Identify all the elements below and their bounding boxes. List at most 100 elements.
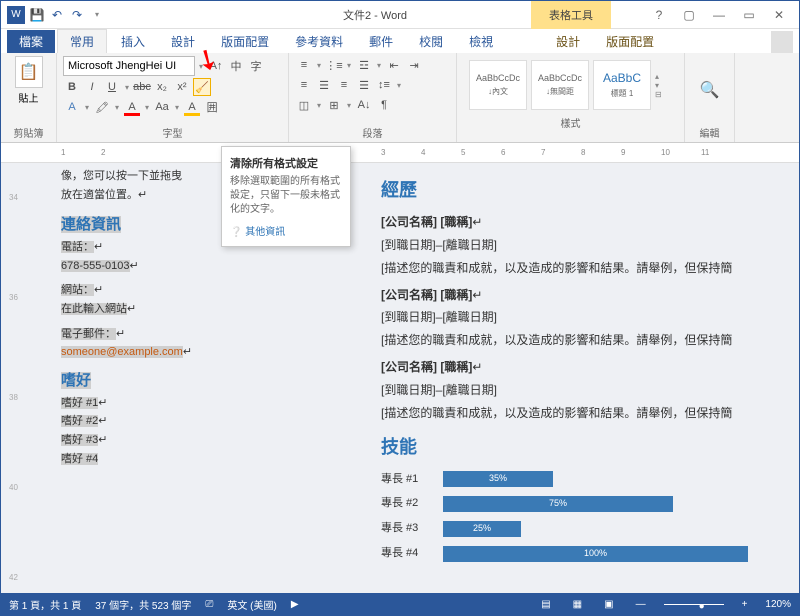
view-web-icon[interactable]: ▣ — [600, 599, 617, 610]
font-name-box[interactable]: Microsoft JhengHei UI — [63, 56, 195, 76]
tooltip-body: 移除選取範圍的所有格式設定，只留下一般未格式化的文字。 — [230, 175, 342, 217]
document-area[interactable]: 34 36 38 40 42 像，您可以按一下並拖曳 放在適當位置。↵ 連絡資訊… — [1, 163, 799, 593]
tab-table-layout[interactable]: 版面配置 — [594, 30, 666, 53]
company-line: [公司名稱] [職稱]↵ — [381, 211, 791, 234]
status-language[interactable]: 英文 (美國) — [227, 597, 276, 612]
align-center-icon[interactable]: ☰ — [315, 76, 333, 94]
skill-row-2: 專長 #275% — [381, 493, 791, 514]
align-left-icon[interactable]: ≡ — [295, 76, 313, 94]
save-icon[interactable]: 💾 — [29, 7, 45, 23]
ribbon-collapse-icon[interactable]: ▢ — [675, 5, 703, 25]
website-label: 網站： — [61, 284, 94, 296]
italic-button[interactable]: I — [83, 78, 101, 96]
resume-left-column: 像，您可以按一下並拖曳 放在適當位置。↵ 連絡資訊 電話：↵ 678-555-0… — [61, 167, 236, 468]
dates-line: [到職日期]–[離職日期] — [381, 234, 791, 257]
quick-access-toolbar: W 💾 ↶ ↷ ▾ — [1, 6, 105, 24]
skill-row-3: 專長 #325% — [381, 518, 791, 539]
context-tab-label: 表格工具 — [531, 1, 611, 29]
sort-icon[interactable]: A↓ — [355, 96, 373, 114]
hobby-2: 嗜好 #2 — [61, 415, 98, 427]
hobby-3: 嗜好 #3 — [61, 434, 98, 446]
group-paragraph: 段落 — [295, 124, 450, 140]
paste-icon[interactable]: 📋 — [15, 56, 43, 88]
qat-dropdown-icon[interactable]: ▾ — [89, 7, 105, 23]
change-case-icon[interactable]: Aa — [153, 98, 171, 116]
zoom-level[interactable]: 120% — [765, 599, 791, 610]
strike-button[interactable]: abc — [133, 78, 151, 96]
tab-references[interactable]: 參考資料 — [283, 30, 355, 53]
bullets-icon[interactable]: ≡ — [295, 56, 313, 74]
decrease-indent-icon[interactable]: ⇤ — [385, 56, 403, 74]
ribbon: 📋 貼上 剪貼簿 Microsoft JhengHei UI ▾ A↑ 中 字 … — [1, 53, 799, 143]
show-marks-icon[interactable]: ¶ — [375, 96, 393, 114]
status-bar: 第 1 頁，共 1 頁 37 個字，共 523 個字 ⎚ 英文 (美國) ▶ ▤… — [1, 593, 799, 615]
hobby-1: 嗜好 #1 — [61, 397, 98, 409]
phonetic-icon[interactable]: 中 — [227, 57, 245, 75]
tab-review[interactable]: 校閱 — [407, 30, 455, 53]
phone-label: 電話： — [61, 241, 94, 253]
view-print-icon[interactable]: ▦ — [569, 599, 586, 610]
style-heading1[interactable]: AaBbC標題 1 — [593, 60, 651, 110]
char-shading-icon[interactable]: A — [183, 98, 201, 116]
text-effects-icon[interactable]: A — [63, 98, 81, 116]
group-styles: 樣式 — [463, 114, 678, 130]
clear-format-button[interactable]: 🧹 — [193, 78, 211, 96]
maximize-icon[interactable]: ▭ — [735, 5, 763, 25]
redo-icon[interactable]: ↷ — [69, 7, 85, 23]
style-nospace[interactable]: AaBbCcDc↓無間距 — [531, 60, 589, 110]
tab-home[interactable]: 常用 — [57, 29, 107, 53]
font-color-icon[interactable]: A — [123, 98, 141, 116]
resume-right-column: 經歷 [公司名稱] [職稱]↵ [到職日期]–[離職日期] [描述您的職責和成就… — [381, 167, 791, 568]
title-bar: W 💾 ↶ ↷ ▾ 文件2 - Word ? ▢ — ▭ ✕ 表格工具 — [1, 1, 799, 29]
tab-insert[interactable]: 插入 — [109, 30, 157, 53]
ruler[interactable]: 1234567891011 — [1, 143, 799, 163]
justify-icon[interactable]: ☰ — [355, 76, 373, 94]
styles-gallery[interactable]: AaBbCcDc↓內文 AaBbCcDc↓無間距 AaBbC標題 1 ▴▾⊟ — [463, 56, 678, 114]
tooltip-more-link[interactable]: ❔ 其他資訊 — [230, 223, 342, 238]
word-icon: W — [7, 6, 25, 24]
style-normal[interactable]: AaBbCcDc↓內文 — [469, 60, 527, 110]
find-icon[interactable]: 🔍 — [700, 81, 720, 99]
hobby-4: 嗜好 #4 — [61, 453, 98, 465]
status-proofing-icon[interactable]: ⎚ — [205, 599, 213, 610]
tab-view[interactable]: 檢視 — [457, 30, 505, 53]
numbering-icon[interactable]: ⋮≡ — [325, 56, 343, 74]
skill-row-1: 專長 #135% — [381, 469, 791, 490]
superscript-button[interactable]: x² — [173, 78, 191, 96]
align-right-icon[interactable]: ≡ — [335, 76, 353, 94]
enclose-icon[interactable]: 字 — [247, 57, 265, 75]
highlight-icon[interactable]: 🖍 — [93, 98, 111, 116]
help-icon[interactable]: ? — [645, 5, 673, 25]
close-icon[interactable]: ✕ — [765, 5, 793, 25]
underline-button[interactable]: U — [103, 78, 121, 96]
status-macro-icon[interactable]: ▶ — [291, 599, 299, 610]
contact-heading: 連絡資訊 — [61, 216, 121, 233]
multilevel-icon[interactable]: ☲ — [355, 56, 373, 74]
increase-indent-icon[interactable]: ⇥ — [405, 56, 423, 74]
zoom-out-icon[interactable]: — — [632, 599, 650, 610]
line-spacing-icon[interactable]: ↕≡ — [375, 76, 393, 94]
tab-mail[interactable]: 郵件 — [357, 30, 405, 53]
undo-icon[interactable]: ↶ — [49, 7, 65, 23]
intro-text: 像，您可以按一下並拖曳 — [61, 167, 236, 186]
paste-button[interactable]: 貼上 — [19, 90, 39, 105]
char-border-icon[interactable]: 囲 — [203, 98, 221, 116]
zoom-in-icon[interactable]: + — [738, 599, 752, 610]
group-editing: 編輯 — [691, 124, 728, 140]
shading-icon[interactable]: ◫ — [295, 96, 313, 114]
subscript-button[interactable]: x₂ — [153, 78, 171, 96]
desc-line: [描述您的職責和成就，以及造成的影響和結果。請舉例，但保持簡 — [381, 257, 791, 280]
skill-row-4: 專長 #4100% — [381, 543, 791, 564]
borders-icon[interactable]: ⊞ — [325, 96, 343, 114]
status-words[interactable]: 37 個字，共 523 個字 — [95, 597, 191, 612]
view-read-icon[interactable]: ▤ — [537, 599, 554, 610]
status-page[interactable]: 第 1 頁，共 1 頁 — [9, 597, 81, 612]
bold-button[interactable]: B — [63, 78, 81, 96]
tab-file[interactable]: 檔案 — [7, 30, 55, 53]
hobby-heading: 嗜好 — [61, 372, 91, 389]
ribbon-tabs: 檔案 常用 插入 設計 版面配置 參考資料 郵件 校閱 檢視 設計 版面配置 — [1, 29, 799, 53]
minimize-icon[interactable]: — — [705, 5, 733, 25]
tab-table-design[interactable]: 設計 — [544, 30, 592, 53]
styles-more-icon[interactable]: ▴▾⊟ — [655, 60, 667, 110]
avatar[interactable] — [771, 31, 793, 53]
